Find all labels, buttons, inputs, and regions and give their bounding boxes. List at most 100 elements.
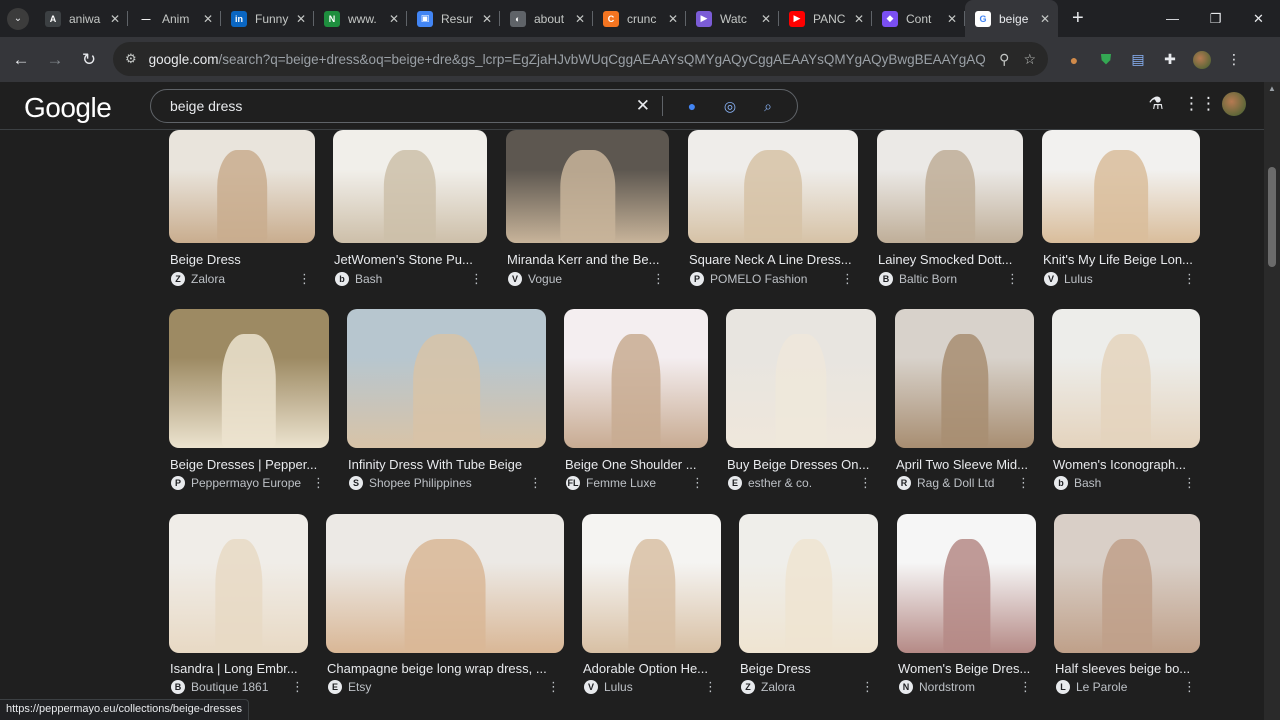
result-source[interactable]: V Lulus [1044,272,1093,286]
result-title[interactable]: Infinity Dress With Tube Beige [348,457,543,472]
tab-close-icon[interactable]: ✕ [668,12,678,26]
more-options-icon[interactable]: ⋮ [1006,271,1019,287]
address-url[interactable]: google.com/search?q=beige+dress&oq=beige… [149,52,986,67]
result-title[interactable]: Women's Iconograph... [1053,457,1197,472]
result-thumbnail[interactable] [169,309,329,448]
result-source[interactable]: R Rag & Doll Ltd [897,476,994,490]
shield-extension-icon[interactable]: ⛊ [1090,51,1122,68]
address-bar[interactable]: ⚙ google.com/search?q=beige+dress&oq=bei… [113,42,1048,76]
cookie-extension-icon[interactable]: ● [1058,52,1090,68]
browser-tab[interactable]: ◆ Cont ✕ [872,0,965,37]
result-source[interactable]: B Boutique 1861 [171,680,268,694]
puzzle-icon[interactable]: ✚ [1154,51,1186,68]
result-thumbnail[interactable] [564,309,708,448]
more-options-icon[interactable]: ⋮ [547,679,560,695]
browser-tab[interactable]: ▶ PANC ✕ [779,0,872,37]
more-options-icon[interactable]: ⋮ [841,271,854,287]
search-icon[interactable]: ⌕ [749,98,787,115]
google-logo[interactable]: Google [24,92,112,124]
result-thumbnail[interactable] [582,514,721,653]
tab-close-icon[interactable]: ✕ [389,12,399,26]
site-info-icon[interactable]: ⚙ [125,51,137,67]
result-thumbnail[interactable] [1054,514,1200,653]
result-title[interactable]: Beige Dress [740,661,875,676]
result-title[interactable]: Women's Beige Dres... [898,661,1033,676]
more-options-icon[interactable]: ⋮ [704,679,717,695]
result-thumbnail[interactable] [333,130,487,243]
tab-close-icon[interactable]: ✕ [761,12,771,26]
tab-close-icon[interactable]: ✕ [203,12,213,26]
result-thumbnail[interactable] [726,309,876,448]
result-thumbnail[interactable] [895,309,1034,448]
tab-close-icon[interactable]: ✕ [1040,12,1050,26]
result-source[interactable]: P POMELO Fashion [690,272,807,286]
location-icon[interactable]: ⚲ [999,51,1009,68]
profile-avatar[interactable] [1186,50,1218,69]
browser-tab[interactable]: Aaniwa ✕ [35,0,128,37]
browser-tab[interactable]: — Anim ✕ [128,0,221,37]
page-scrollbar[interactable]: ▲ [1264,82,1280,720]
result-thumbnail[interactable] [347,309,546,448]
new-tab-button[interactable]: + [1072,7,1084,30]
tab-close-icon[interactable]: ✕ [296,12,306,26]
browser-tab[interactable]: ◐ about ✕ [500,0,593,37]
browser-tab[interactable]: in Funny ✕ [221,0,314,37]
result-source[interactable]: Z Zalora [741,680,795,694]
more-options-icon[interactable]: ⋮ [291,679,304,695]
result-title[interactable]: Beige Dress [170,252,312,267]
tab-close-icon[interactable]: ✕ [575,12,585,26]
result-title[interactable]: Isandra | Long Embr... [170,661,305,676]
back-button[interactable]: ← [4,50,38,70]
search-input[interactable] [170,98,624,114]
scrollbar-thumb[interactable] [1268,167,1276,267]
close-window-icon[interactable]: ✕ [1237,11,1280,27]
result-source[interactable]: P Peppermayo Europe [171,476,301,490]
result-title[interactable]: April Two Sleeve Mid... [896,457,1031,472]
forward-button[interactable]: → [38,50,72,70]
result-source[interactable]: N Nordstrom [899,680,975,694]
apps-grid-icon[interactable]: ⋮⋮ [1178,94,1222,114]
result-source[interactable]: L Le Parole [1056,680,1127,694]
browser-tab[interactable]: Gbeige ✕ [965,0,1058,37]
more-options-icon[interactable]: ⋮ [652,271,665,287]
more-options-icon[interactable]: ⋮ [691,475,704,491]
more-options-icon[interactable]: ⋮ [1183,679,1196,695]
microphone-icon[interactable]: ● [673,98,711,114]
more-options-icon[interactable]: ⋮ [859,475,872,491]
menu-icon[interactable]: ⋮ [1218,51,1250,68]
tab-search-button[interactable]: ⌄ [7,7,29,30]
browser-tab[interactable]: ▶ Watc ✕ [686,0,779,37]
result-title[interactable]: Lainey Smocked Dott... [878,252,1020,267]
result-thumbnail[interactable] [1042,130,1200,243]
result-title[interactable]: Beige Dresses | Pepper... [170,457,326,472]
bookmark-star-icon[interactable]: ☆ [1023,51,1036,68]
browser-tab[interactable]: Nwww. ✕ [314,0,407,37]
more-options-icon[interactable]: ⋮ [529,475,542,491]
result-title[interactable]: Half sleeves beige bo... [1055,661,1197,676]
tab-close-icon[interactable]: ✕ [947,12,957,26]
result-title[interactable]: Square Neck A Line Dress... [689,252,855,267]
more-options-icon[interactable]: ⋮ [1017,475,1030,491]
result-source[interactable]: E Etsy [328,680,371,694]
result-thumbnail[interactable] [688,130,858,243]
result-thumbnail[interactable] [169,514,308,653]
result-source[interactable]: B Baltic Born [879,272,957,286]
result-source[interactable]: V Vogue [508,272,562,286]
result-title[interactable]: Miranda Kerr and the Be... [507,252,666,267]
result-source[interactable]: Eesther & co. [728,476,812,490]
more-options-icon[interactable]: ⋮ [1183,475,1196,491]
result-title[interactable]: JetWomen's Stone Pu... [334,252,484,267]
result-title[interactable]: Beige One Shoulder ... [565,457,705,472]
tab-close-icon[interactable]: ✕ [482,12,492,26]
reload-button[interactable]: ↻ [72,50,106,70]
result-title[interactable]: Buy Beige Dresses On... [727,457,873,472]
tab-close-icon[interactable]: ✕ [854,12,864,26]
result-thumbnail[interactable] [1052,309,1200,448]
result-thumbnail[interactable] [877,130,1023,243]
labs-flask-icon[interactable]: ⚗ [1134,94,1178,114]
result-thumbnail[interactable] [169,130,315,243]
restore-icon[interactable]: ❐ [1194,11,1237,27]
result-thumbnail[interactable] [739,514,878,653]
result-source[interactable]: Z Zalora [171,272,225,286]
result-source[interactable]: FL Femme Luxe [566,476,656,490]
